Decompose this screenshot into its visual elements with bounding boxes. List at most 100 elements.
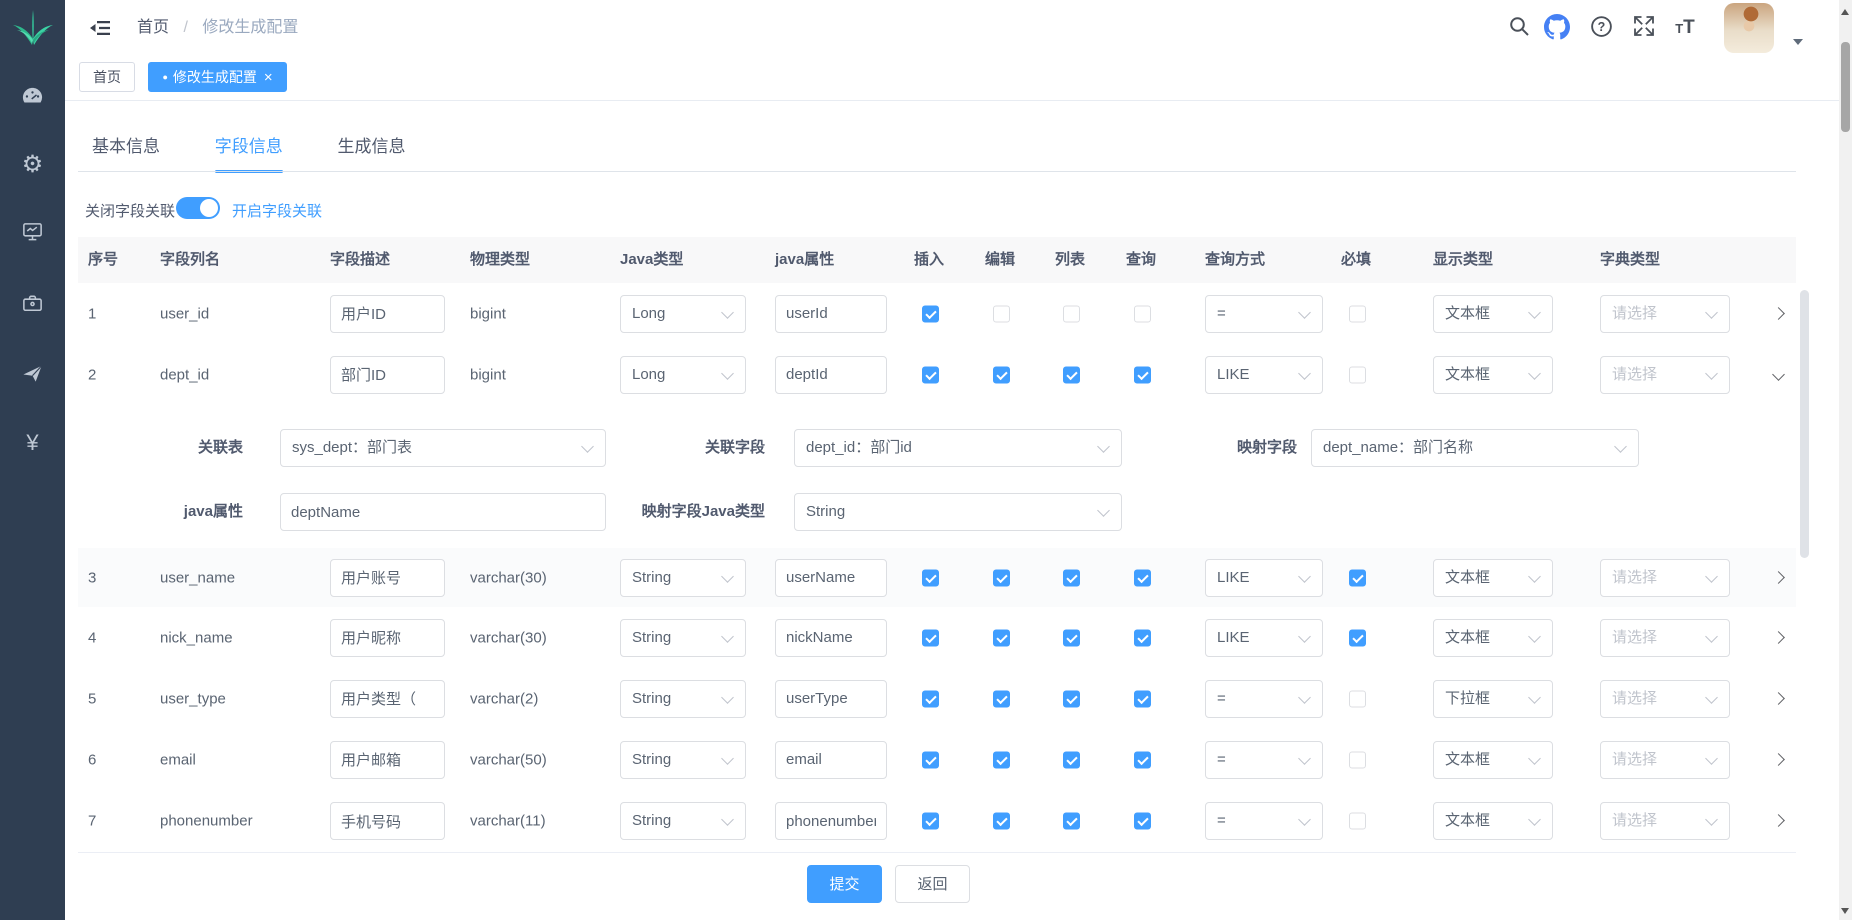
- query-checkbox[interactable]: [1134, 366, 1151, 383]
- list-checkbox[interactable]: [1063, 569, 1080, 586]
- page-scrollbar-thumb[interactable]: [1841, 42, 1850, 132]
- column-comment-input[interactable]: [330, 559, 445, 597]
- query-checkbox[interactable]: [1134, 813, 1151, 830]
- java-field-input[interactable]: [775, 619, 887, 657]
- dict-type-select[interactable]: 请选择: [1600, 559, 1730, 597]
- row-expand-button[interactable]: [1766, 808, 1792, 834]
- insert-checkbox[interactable]: [922, 366, 939, 383]
- java-field-input[interactable]: [775, 559, 887, 597]
- row-expand-button[interactable]: [1766, 625, 1792, 651]
- html-type-select[interactable]: 文本框: [1433, 295, 1553, 333]
- tab-field-info[interactable]: 字段信息: [215, 132, 283, 173]
- required-checkbox[interactable]: [1349, 366, 1366, 383]
- row-expand-button[interactable]: [1766, 565, 1792, 591]
- insert-checkbox[interactable]: [922, 751, 939, 768]
- mapping-java-type-select[interactable]: String: [794, 493, 1122, 531]
- java-type-select[interactable]: String: [620, 802, 746, 840]
- query-checkbox[interactable]: [1134, 751, 1151, 768]
- dict-type-select[interactable]: 请选择: [1600, 619, 1730, 657]
- row-collapse-button[interactable]: [1766, 362, 1792, 388]
- required-checkbox[interactable]: [1349, 569, 1366, 586]
- java-field-input[interactable]: [775, 680, 887, 718]
- tag-home[interactable]: 首页: [79, 62, 135, 92]
- edit-checkbox[interactable]: [993, 366, 1010, 383]
- java-type-select[interactable]: Long: [620, 356, 746, 394]
- insert-checkbox[interactable]: [922, 305, 939, 322]
- required-checkbox[interactable]: [1349, 690, 1366, 707]
- html-type-select[interactable]: 文本框: [1433, 356, 1553, 394]
- html-type-select[interactable]: 文本框: [1433, 741, 1553, 779]
- java-field-input[interactable]: [775, 741, 887, 779]
- dict-type-select[interactable]: 请选择: [1600, 295, 1730, 333]
- font-size-button[interactable]: TT: [1671, 14, 1699, 42]
- query-checkbox[interactable]: [1134, 569, 1151, 586]
- edit-checkbox[interactable]: [993, 305, 1010, 322]
- menu-fold-icon[interactable]: [89, 16, 113, 40]
- fullscreen-button[interactable]: [1630, 14, 1658, 42]
- java-attr-input[interactable]: [280, 493, 606, 531]
- tab-basic-info[interactable]: 基本信息: [92, 132, 160, 173]
- sidebar-item-job[interactable]: [0, 362, 65, 390]
- sidebar-item-dashboard[interactable]: [0, 84, 65, 112]
- tag-current[interactable]: ●修改生成配置×: [148, 62, 286, 92]
- java-field-input[interactable]: [775, 356, 887, 394]
- query-checkbox[interactable]: [1134, 629, 1151, 646]
- query-type-select[interactable]: =: [1205, 802, 1323, 840]
- dict-type-select[interactable]: 请选择: [1600, 741, 1730, 779]
- list-checkbox[interactable]: [1063, 690, 1080, 707]
- edit-checkbox[interactable]: [993, 569, 1010, 586]
- query-type-select[interactable]: =: [1205, 741, 1323, 779]
- row-expand-button[interactable]: [1766, 301, 1792, 327]
- breadcrumb-home[interactable]: 首页: [137, 19, 169, 36]
- column-comment-input[interactable]: [330, 680, 445, 718]
- row-expand-button[interactable]: [1766, 747, 1792, 773]
- submit-button[interactable]: 提交: [807, 865, 882, 903]
- dict-type-select[interactable]: 请选择: [1600, 802, 1730, 840]
- dict-type-select[interactable]: 请选择: [1600, 680, 1730, 718]
- html-type-select[interactable]: 下拉框: [1433, 680, 1553, 718]
- list-checkbox[interactable]: [1063, 751, 1080, 768]
- page-scrollbar[interactable]: [1839, 0, 1852, 920]
- app-logo-plant-icon[interactable]: [11, 5, 55, 49]
- github-button[interactable]: [1543, 14, 1571, 42]
- user-menu-caret-icon[interactable]: [1793, 39, 1803, 45]
- required-checkbox[interactable]: [1349, 305, 1366, 322]
- query-checkbox[interactable]: [1134, 690, 1151, 707]
- back-button[interactable]: 返回: [895, 865, 970, 903]
- java-field-input[interactable]: [775, 802, 887, 840]
- query-type-select[interactable]: =: [1205, 295, 1323, 333]
- column-comment-input[interactable]: [330, 741, 445, 779]
- search-button[interactable]: [1505, 14, 1533, 42]
- java-type-select[interactable]: String: [620, 559, 746, 597]
- relation-toggle-on-label[interactable]: 开启字段关联: [232, 200, 322, 221]
- java-type-select[interactable]: Long: [620, 295, 746, 333]
- help-button[interactable]: ?: [1587, 14, 1615, 42]
- list-checkbox[interactable]: [1063, 629, 1080, 646]
- list-checkbox[interactable]: [1063, 305, 1080, 322]
- scroll-down-arrow-icon[interactable]: [1841, 908, 1849, 914]
- relation-table-select[interactable]: sys_dept：部门表: [280, 429, 606, 467]
- sidebar-item-finance[interactable]: ¥: [0, 430, 65, 458]
- column-comment-input[interactable]: [330, 295, 445, 333]
- java-type-select[interactable]: String: [620, 741, 746, 779]
- insert-checkbox[interactable]: [922, 690, 939, 707]
- relation-toggle-switch[interactable]: [176, 197, 220, 219]
- column-comment-input[interactable]: [330, 619, 445, 657]
- insert-checkbox[interactable]: [922, 629, 939, 646]
- insert-checkbox[interactable]: [922, 813, 939, 830]
- html-type-select[interactable]: 文本框: [1433, 802, 1553, 840]
- query-type-select[interactable]: LIKE: [1205, 356, 1323, 394]
- java-type-select[interactable]: String: [620, 619, 746, 657]
- edit-checkbox[interactable]: [993, 751, 1010, 768]
- java-field-input[interactable]: [775, 295, 887, 333]
- user-avatar[interactable]: [1724, 3, 1774, 53]
- sidebar-item-monitor[interactable]: [0, 220, 65, 248]
- sidebar-item-tool[interactable]: [0, 292, 65, 320]
- column-comment-input[interactable]: [330, 356, 445, 394]
- query-checkbox[interactable]: [1134, 305, 1151, 322]
- list-checkbox[interactable]: [1063, 813, 1080, 830]
- query-type-select[interactable]: LIKE: [1205, 559, 1323, 597]
- required-checkbox[interactable]: [1349, 751, 1366, 768]
- java-type-select[interactable]: String: [620, 680, 746, 718]
- list-checkbox[interactable]: [1063, 366, 1080, 383]
